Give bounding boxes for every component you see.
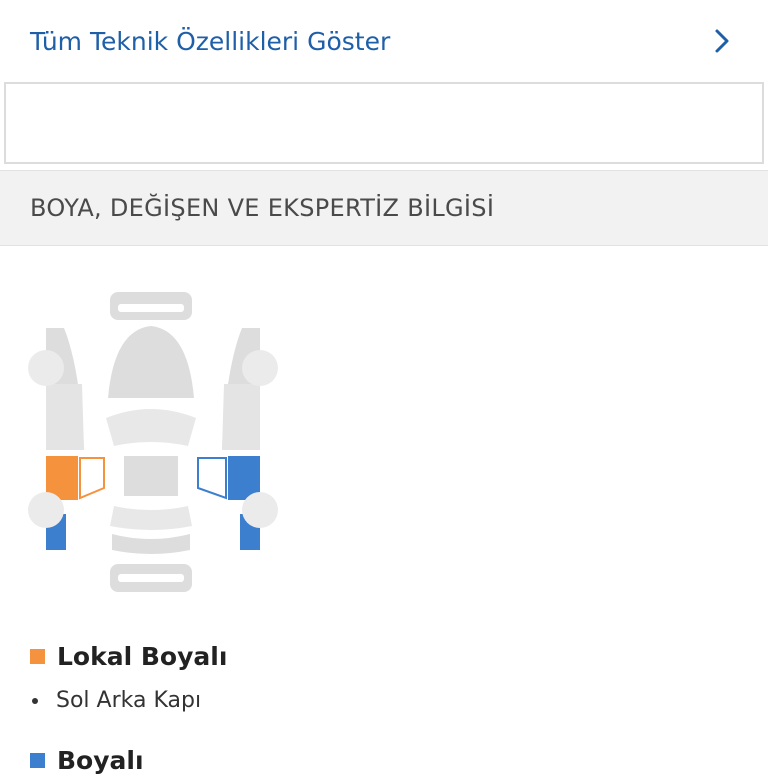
roof [124, 456, 178, 496]
trunk [112, 534, 190, 554]
hood [108, 326, 194, 398]
legend-local-painted-item: Sol Arka Kapı [56, 688, 202, 713]
left-front-wheel [28, 350, 64, 386]
section-title: BOYA, DEĞİŞEN VE EKSPERTİZ BİLGİSİ [30, 194, 495, 222]
empty-content-box [4, 82, 764, 164]
legend-painted-label: Boyalı [57, 746, 144, 775]
show-all-specs-link[interactable]: Tüm Teknik Özellikleri Göster [0, 0, 768, 82]
left-front-door [46, 384, 84, 450]
list-item: Sol Arka Kapı [32, 688, 201, 713]
right-front-door [222, 384, 260, 450]
chevron-right-icon [715, 29, 729, 53]
right-rear-door-glass [197, 457, 227, 500]
bullet [32, 697, 38, 704]
left-rear-wheel [28, 492, 64, 528]
right-front-wheel [242, 350, 278, 386]
legend-local-painted-label: Lokal Boyalı [57, 642, 228, 671]
show-all-specs-label: Tüm Teknik Özellikleri Göster [30, 26, 391, 56]
right-rear-wheel [242, 492, 278, 528]
windshield [106, 409, 196, 446]
legend-painted: Boyalı [30, 746, 144, 775]
rear-window [110, 506, 192, 530]
legend-local-painted: Lokal Boyalı [30, 642, 227, 671]
painted-swatch [30, 753, 45, 768]
left-rear-door-glass [79, 457, 105, 500]
car-damage-diagram [28, 292, 278, 592]
local-painted-swatch [30, 649, 45, 664]
section-header: BOYA, DEĞİŞEN VE EKSPERTİZ BİLGİSİ [0, 170, 768, 246]
